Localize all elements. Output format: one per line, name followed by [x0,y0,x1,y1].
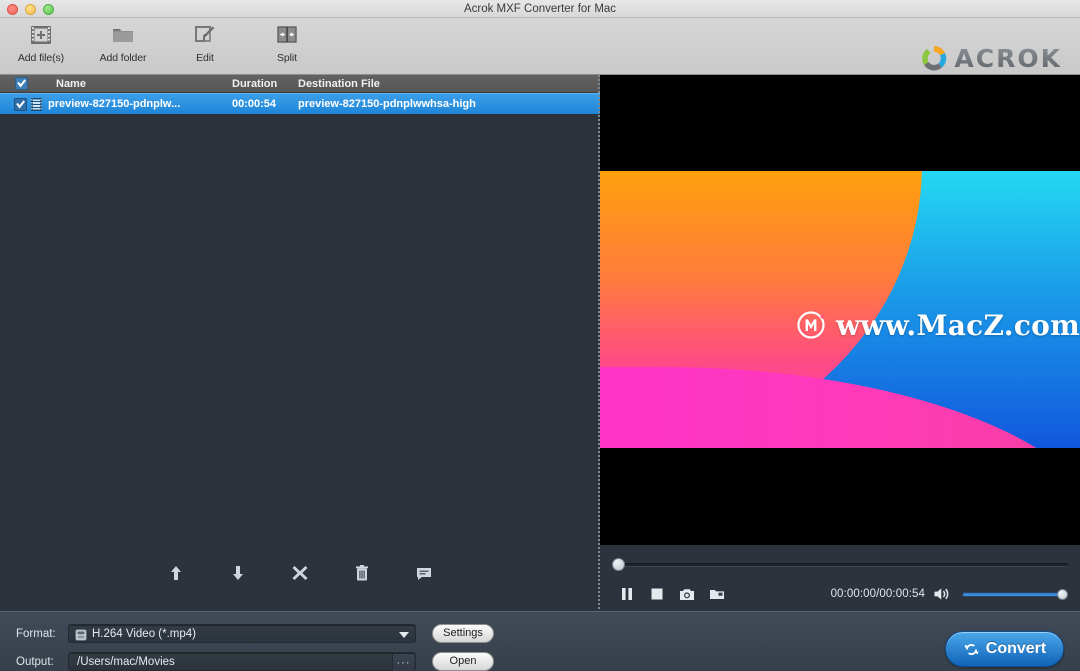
convert-button-label: Convert [986,640,1046,658]
zoom-button[interactable] [43,4,54,15]
timecode-display: 00:00:00/00:00:54 [831,588,925,600]
format-file-icon [75,628,87,640]
close-x-icon[interactable] [290,563,310,583]
add-folder-icon [110,22,136,48]
camera-icon[interactable] [678,585,696,603]
format-row: Format: H.264 Video (*.mp4) Settings [16,624,494,643]
output-path-field[interactable]: /Users/mac/Movies ··· [68,652,416,671]
toolbar-button-add-folder[interactable]: Add folder [82,22,164,64]
file-list-header: Name Duration Destination File [0,75,600,93]
toolbar-label-split: Split [277,52,297,64]
format-label: Format: [16,628,68,640]
player-controls: 00:00:00/00:00:54 [600,577,1080,611]
app-window: Acrok MXF Converter for Mac [0,0,1080,671]
convert-button[interactable]: Convert [945,631,1064,667]
bottom-bar: Format: H.264 Video (*.mp4) Settings Out… [0,611,1080,671]
select-all-checkbox[interactable] [0,77,42,90]
edit-pencil-icon [192,22,218,48]
format-dropdown-button[interactable] [394,626,414,643]
volume-slider[interactable] [962,587,1066,601]
traffic-light-group [7,4,54,15]
minimize-button[interactable] [25,4,36,15]
comment-icon[interactable] [414,563,434,583]
watermark-text: www.MacZ.com [836,309,1080,342]
brand-logo: ACROK [919,43,1062,73]
toolbar-label-add-files: Add file(s) [18,52,64,64]
stop-icon[interactable] [648,585,666,603]
toolbar-items: Add file(s) Add folder [0,22,328,64]
close-button[interactable] [7,4,18,15]
add-files-film-icon [28,22,54,48]
arrow-down-icon[interactable] [228,563,248,583]
row-checkbox-checked-icon[interactable] [14,98,27,111]
column-header-name[interactable]: Name [42,78,232,90]
browse-button[interactable]: ··· [392,654,414,671]
main-toolbar: Add file(s) Add folder [0,18,1080,75]
acrok-swirl-logo-icon [919,43,949,73]
video-frame: www.MacZ.com [600,171,1080,448]
table-row[interactable]: preview-827150-pdnplw... 00:00:54 previe… [0,93,600,114]
toolbar-label-edit: Edit [196,52,214,64]
refresh-arrows-icon [963,641,980,658]
output-row: Output: /Users/mac/Movies ··· Open [16,652,494,671]
volume-handle[interactable] [1057,589,1068,600]
video-preview[interactable]: www.MacZ.com [600,75,1080,545]
trash-icon[interactable] [352,563,372,583]
row-duration: 00:00:54 [232,98,292,110]
column-header-duration[interactable]: Duration [232,78,292,90]
settings-button[interactable]: Settings [432,624,494,643]
toolbar-button-split[interactable]: Split [246,22,328,64]
seek-handle[interactable] [612,558,625,571]
row-destination: preview-827150-pdnplwwhsa-high [292,98,600,110]
arrow-up-icon[interactable] [166,563,186,583]
column-header-destination[interactable]: Destination File [292,78,600,90]
format-value: H.264 Video (*.mp4) [92,628,196,640]
row-leading-icons [0,98,42,111]
file-list-action-bar [0,563,600,583]
format-select[interactable]: H.264 Video (*.mp4) [68,624,416,643]
title-bar: Acrok MXF Converter for Mac [0,0,1080,18]
checkbox-checked-icon [15,77,28,90]
seek-track[interactable] [612,563,1068,567]
video-gradient-pink-wave [600,367,1080,448]
toolbar-button-add-files[interactable]: Add file(s) [0,22,82,64]
split-icon [274,22,300,48]
brand-name: ACROK [954,44,1062,73]
window-title: Acrok MXF Converter for Mac [0,0,1080,18]
speaker-icon[interactable] [933,586,952,602]
row-name: preview-827150-pdnplw... [42,98,232,110]
macz-circle-m-icon [795,308,829,342]
open-button[interactable]: Open [432,652,494,671]
film-strip-icon [31,98,42,111]
output-label: Output: [16,656,68,668]
chevron-down-icon [399,632,409,638]
folder-icon[interactable] [708,585,726,603]
pause-icon[interactable] [618,585,636,603]
toolbar-button-edit[interactable]: Edit [164,22,246,64]
file-list-pane: Name Duration Destination File [0,75,600,611]
video-watermark: www.MacZ.com [795,308,1080,342]
output-path-value: /Users/mac/Movies [77,656,175,668]
toolbar-label-add-folder: Add folder [100,52,147,64]
seek-bar[interactable] [600,553,1080,575]
preview-pane: www.MacZ.com [600,75,1080,611]
volume-track[interactable] [962,592,1066,597]
